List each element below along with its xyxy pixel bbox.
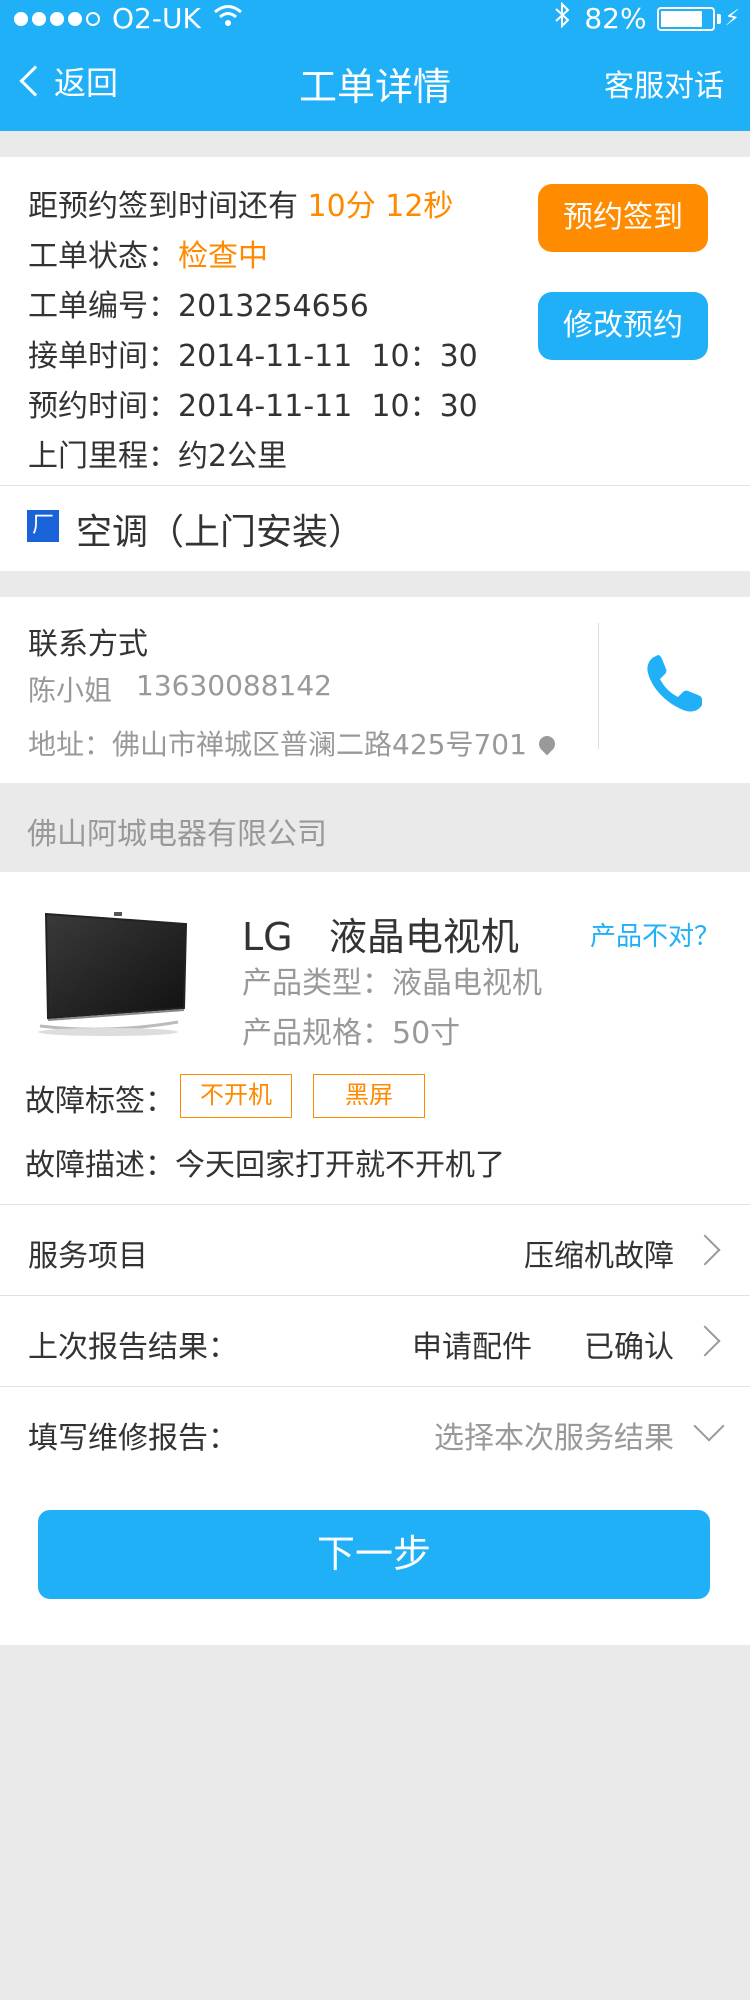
tv-product-image xyxy=(28,908,190,1038)
last-report-row[interactable]: 上次报告结果： 申请配件 已确认 xyxy=(0,1296,750,1386)
order-number-value: 2013254656 xyxy=(178,289,369,324)
next-step-button[interactable]: 下一步 xyxy=(38,1510,710,1599)
accept-time-label: 接单时间： xyxy=(28,339,178,374)
product-spec-label: 产品规格： xyxy=(242,1016,392,1051)
signal-dot xyxy=(86,11,100,26)
signal-dot xyxy=(68,11,82,26)
wrong-product-link[interactable]: 产品不对？ xyxy=(590,916,720,953)
product-type-value: 液晶电视机 xyxy=(392,966,542,1001)
vertical-divider xyxy=(598,623,599,749)
contact-label: 联系方式 xyxy=(28,627,148,662)
company-bar: 佛山阿城电器有限公司 xyxy=(0,783,750,872)
fault-desc-label: 故障描述： xyxy=(25,1148,175,1183)
countdown-prefix: 距预约签到时间还有 xyxy=(28,189,308,224)
contact-phone: 13630088142 xyxy=(136,669,332,702)
order-number-line: 工单编号：2013254656 xyxy=(28,281,369,325)
status-line: 工单状态：检查中 xyxy=(28,231,268,275)
battery-icon xyxy=(656,6,715,31)
wifi-icon xyxy=(213,2,243,35)
location-pin-icon xyxy=(535,732,559,756)
accept-time-line: 接单时间：2014-11-11 10：30 xyxy=(28,331,478,375)
company-name: 佛山阿城电器有限公司 xyxy=(27,817,327,852)
fill-report-label: 填写维修报告： xyxy=(28,1421,238,1456)
fault-description: 故障描述：今天回家打开就不开机了 xyxy=(25,1140,505,1184)
address-text: 地址：佛山市禅城区普澜二路425号701 xyxy=(28,728,527,761)
service-item-label: 服务项目 xyxy=(28,1239,148,1274)
accept-time-value: 2014-11-11 10：30 xyxy=(178,339,478,374)
bluetooth-icon xyxy=(554,1,570,35)
order-info-card: 距预约签到时间还有 10分 12秒 工单状态：检查中 工单编号：20132546… xyxy=(0,157,750,571)
product-type: 产品类型：液晶电视机 xyxy=(242,958,542,1002)
fill-report-row[interactable]: 填写维修报告： 选择本次服务结果 xyxy=(0,1387,750,1477)
product-type-label: 产品类型： xyxy=(242,966,392,1001)
service-result-select[interactable]: 选择本次服务结果 xyxy=(434,1413,674,1457)
countdown-value: 10分 12秒 xyxy=(307,189,454,224)
product-spec: 产品规格：50寸 xyxy=(242,1008,460,1052)
appointment-time-label: 预约时间： xyxy=(28,389,178,424)
distance-label: 上门里程： xyxy=(28,439,178,474)
category-title: 空调（上门安装） xyxy=(76,512,365,553)
carrier-name: O2-UK xyxy=(112,2,201,35)
signal-dot xyxy=(32,11,46,26)
charging-bolt-icon: ⚡ xyxy=(724,6,740,31)
signal-dot xyxy=(50,11,64,26)
order-number-label: 工单编号： xyxy=(28,289,178,324)
fault-desc-value: 今天回家打开就不开机了 xyxy=(175,1148,505,1183)
last-report-value: 申请配件 xyxy=(412,1330,532,1365)
chevron-right-icon xyxy=(689,1234,721,1266)
signal-carrier: O2-UK xyxy=(14,2,243,35)
battery-fill xyxy=(660,10,702,27)
chevron-down-icon xyxy=(693,1410,725,1442)
contact-address: 地址：佛山市禅城区普澜二路425号701 xyxy=(28,723,559,763)
product-spec-value: 50寸 xyxy=(392,1016,461,1051)
countdown-line: 距预约签到时间还有 10分 12秒 xyxy=(28,181,453,225)
phone-icon[interactable] xyxy=(640,649,710,719)
distance-value: 约2公里 xyxy=(178,439,288,474)
category-badge: 厂 xyxy=(27,510,59,542)
customer-chat-button[interactable]: 客服对话 xyxy=(604,61,724,105)
appointment-time-line: 预约时间：2014-11-11 10：30 xyxy=(28,381,478,425)
distance-line: 上门里程：约2公里 xyxy=(28,431,287,475)
fault-tag: 黑屏 xyxy=(313,1074,425,1118)
divider xyxy=(0,485,750,486)
fault-tags-label: 故障标签： xyxy=(25,1084,175,1119)
signal-dot xyxy=(14,11,28,26)
status-bar: O2-UK 82% ⚡ xyxy=(0,0,750,40)
status-right: 82% ⚡ xyxy=(554,1,740,35)
battery-cap xyxy=(716,13,721,24)
nav-bar: 返回 工单详情 客服对话 xyxy=(0,40,750,131)
header: O2-UK 82% ⚡ 返回 工单详情 客服对话 xyxy=(0,0,750,131)
contact-card: 联系方式 陈小姐 13630088142 地址：佛山市禅城区普澜二路425号70… xyxy=(0,597,750,783)
last-report-status: 已确认 xyxy=(584,1330,674,1365)
service-item-row[interactable]: 服务项目 压缩机故障 xyxy=(0,1205,750,1295)
modify-appointment-button[interactable]: 修改预约 xyxy=(538,292,708,360)
checkin-button[interactable]: 预约签到 xyxy=(538,184,708,252)
last-report-label: 上次报告结果： xyxy=(28,1330,238,1365)
fault-tag: 不开机 xyxy=(180,1074,292,1118)
service-item-value: 压缩机故障 xyxy=(524,1239,674,1274)
battery-percent: 82% xyxy=(584,2,647,35)
status-value: 检查中 xyxy=(178,239,268,274)
status-label: 工单状态： xyxy=(28,239,178,274)
contact-name: 陈小姐 xyxy=(28,674,113,707)
product-name: LG 液晶电视机 xyxy=(242,915,519,959)
appointment-time-value: 2014-11-11 10：30 xyxy=(178,389,478,424)
chevron-right-icon xyxy=(689,1325,721,1357)
